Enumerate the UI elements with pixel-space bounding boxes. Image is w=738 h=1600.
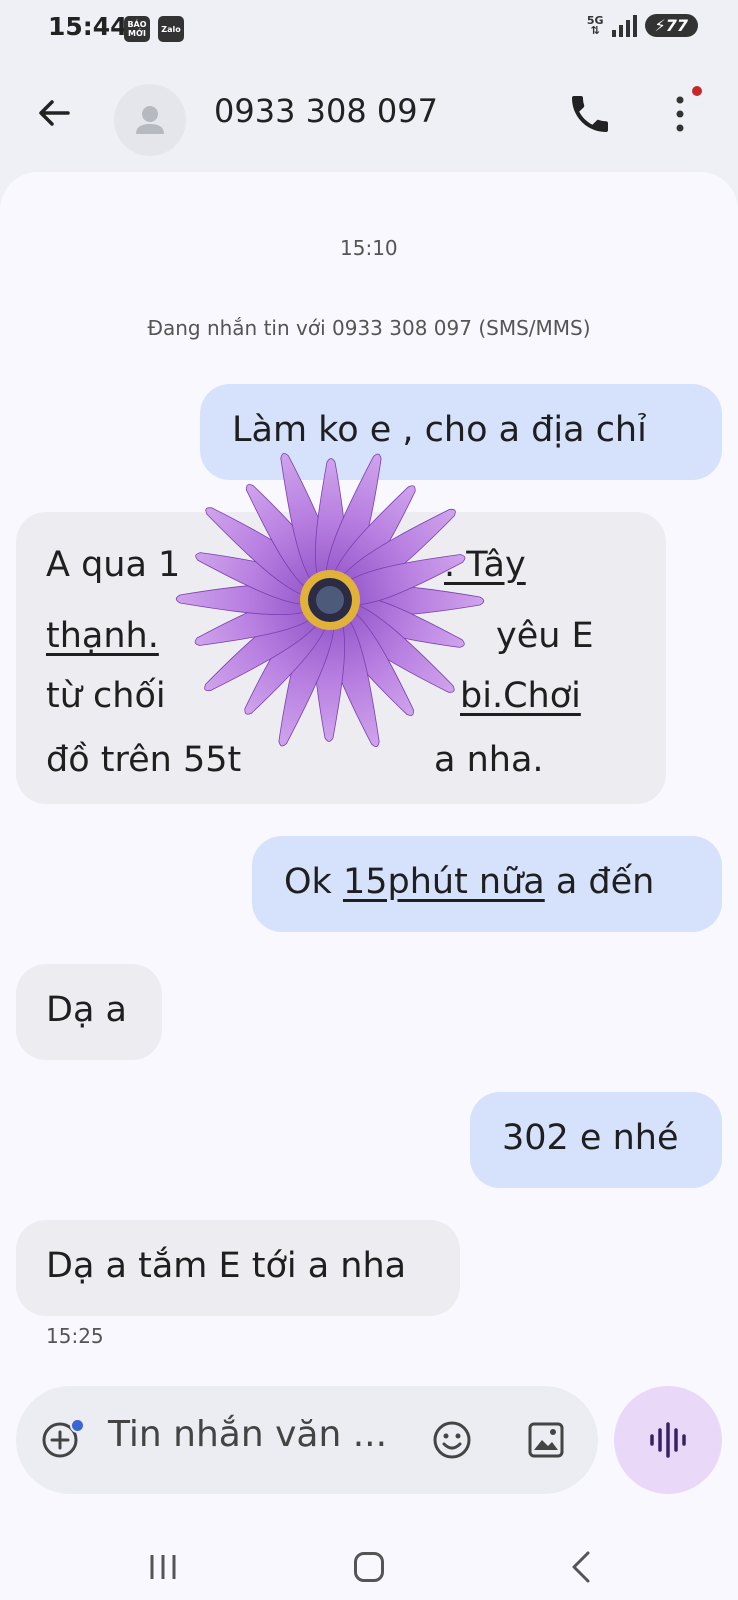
battery-indicator: ⚡77 <box>644 14 698 37</box>
message-bubble-outgoing[interactable]: Ok 15phút nữa a đến <box>252 836 722 932</box>
voice-wave-icon <box>650 1422 686 1458</box>
timestamp-bottom: 15:25 <box>46 1324 104 1348</box>
baomoi-app-icon: BÁO MỚI <box>124 16 150 42</box>
message-composer: Tin nhắn văn ... <box>16 1386 598 1494</box>
person-icon <box>136 106 164 134</box>
message-text: Làm ko e , cho a địa chỉ <box>232 410 647 450</box>
flower-sticker-icon <box>175 452 485 748</box>
status-bar: 15:44 BÁO MỚI Zalo 5G ⇅ ⚡77 <box>0 0 738 60</box>
network-type: 5G ⇅ <box>586 13 604 37</box>
message-link-text[interactable]: 15phút nữa <box>343 862 545 902</box>
message-bubble-incoming[interactable]: Dạ a tắm E tới a nha <box>16 1220 460 1316</box>
emoji-icon[interactable] <box>430 1418 474 1462</box>
home-icon[interactable] <box>354 1552 384 1582</box>
messaging-info: Đang nhắn tin với 0933 308 097 (SMS/MMS) <box>147 316 591 340</box>
voice-record-button[interactable] <box>614 1386 722 1494</box>
message-text-fragment: thạnh. <box>46 616 159 656</box>
contact-title[interactable]: 0933 308 097 <box>214 92 438 130</box>
message-text: Ok <box>284 862 343 902</box>
message-text: a đến <box>544 862 655 902</box>
more-vert-icon[interactable] <box>660 88 700 140</box>
notification-dot <box>70 1418 85 1433</box>
conversation-header: 0933 308 097 <box>0 60 738 170</box>
status-time: 15:44 <box>48 12 128 41</box>
message-text: 302 e nhé <box>502 1118 679 1158</box>
message-bubble-outgoing[interactable]: 302 e nhé <box>470 1092 722 1188</box>
back-arrow-icon[interactable] <box>30 88 80 138</box>
recent-apps-icon[interactable] <box>148 1552 178 1582</box>
signal-icon <box>611 14 637 37</box>
message-text: Dạ a <box>46 990 127 1030</box>
contact-avatar[interactable] <box>114 84 186 156</box>
message-text-fragment: yêu E <box>496 616 594 656</box>
notification-dot <box>692 86 702 96</box>
phone-icon[interactable] <box>566 90 614 138</box>
message-text-fragment: từ chối <box>46 676 166 716</box>
timestamp-top: 15:10 <box>340 236 398 260</box>
zalo-app-icon: Zalo <box>158 16 184 42</box>
message-bubble-incoming[interactable]: Dạ a <box>16 964 162 1060</box>
back-icon[interactable] <box>568 1550 592 1584</box>
message-input[interactable]: Tin nhắn văn ... <box>108 1414 387 1455</box>
message-text: Dạ a tắm E tới a nha <box>46 1246 407 1286</box>
system-nav-bar <box>0 1520 738 1600</box>
gallery-icon[interactable] <box>524 1418 568 1462</box>
